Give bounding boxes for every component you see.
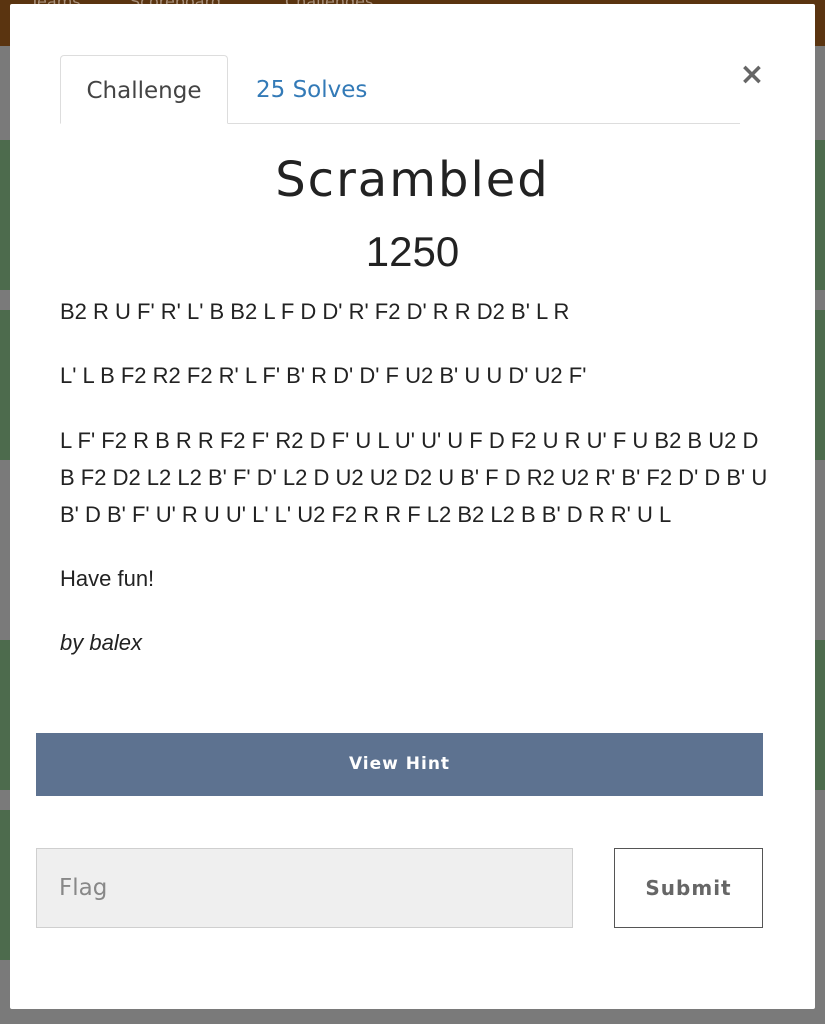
- challenge-description: B2 R U F' R' L' B B2 L F D D' R' F2 D' R…: [60, 294, 770, 689]
- background-card: [815, 310, 825, 460]
- description-line: Have fun!: [60, 566, 155, 591]
- close-icon[interactable]: ×: [737, 60, 767, 90]
- modal-tabs: Challenge 25 Solves: [60, 55, 740, 124]
- challenge-author: by balex: [60, 630, 142, 655]
- description-line: L F' F2 R B R R F2 F' R2 D F' U L U' U' …: [60, 428, 768, 527]
- challenge-modal: Challenge 25 Solves × Scrambled 1250 B2 …: [10, 4, 815, 1009]
- tab-challenge[interactable]: Challenge: [60, 55, 228, 124]
- submit-button[interactable]: Submit: [614, 848, 763, 928]
- challenge-title: Scrambled: [275, 152, 550, 208]
- view-hint-button[interactable]: View Hint: [36, 733, 763, 796]
- flag-input[interactable]: [36, 848, 573, 928]
- description-line: L' L B F2 R2 F2 R' L F' B' R D' D' F U2 …: [60, 363, 587, 388]
- description-line: B2 R U F' R' L' B B2 L F D D' R' F2 D' R…: [60, 299, 570, 324]
- challenge-points: 1250: [365, 228, 460, 275]
- tab-solves[interactable]: 25 Solves: [256, 55, 367, 122]
- background-card: [815, 640, 825, 790]
- background-card: [815, 140, 825, 290]
